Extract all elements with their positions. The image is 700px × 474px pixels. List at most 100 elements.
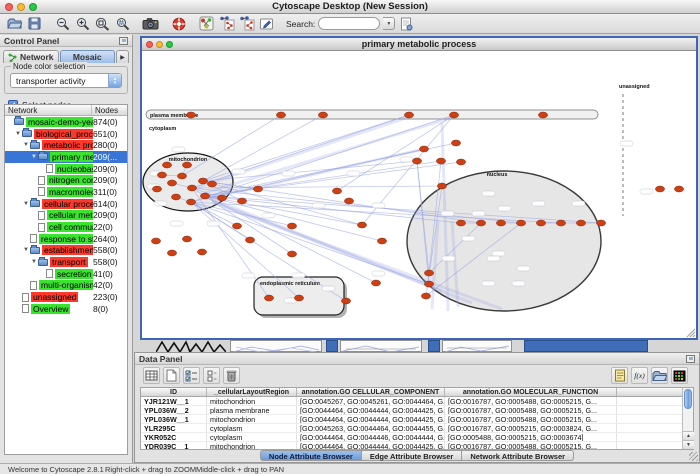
- graph-node[interactable]: [538, 112, 547, 118]
- unselect-attributes-button[interactable]: [203, 367, 220, 384]
- graph-node[interactable]: [287, 223, 296, 229]
- graph-node[interactable]: [151, 238, 160, 244]
- import-attributes-button[interactable]: [651, 367, 668, 384]
- background-window-1[interactable]: [230, 340, 322, 352]
- close-button[interactable]: [5, 3, 13, 11]
- graph-node[interactable]: [152, 186, 161, 192]
- vizmapper-button[interactable]: [198, 15, 215, 32]
- graph-node[interactable]: [436, 158, 445, 164]
- table-row[interactable]: YPL036W__1mitochondrion[GO:0044464, GO:0…: [141, 415, 682, 424]
- graph-node[interactable]: [404, 112, 413, 118]
- network-window-titlebar[interactable]: primary metabolic process: [142, 38, 696, 51]
- tree-expand-icon[interactable]: ▼: [22, 142, 30, 148]
- search-config-button[interactable]: [398, 15, 415, 32]
- table-row[interactable]: YKR052Ccytoplasm[GO:0044464, GO:0044446,…: [141, 433, 682, 442]
- graph-node[interactable]: [207, 181, 216, 187]
- tree-row[interactable]: unassigned223(0): [5, 291, 127, 303]
- graph-node[interactable]: [412, 158, 421, 164]
- zoom-out-button[interactable]: [54, 15, 71, 32]
- graph-node[interactable]: [476, 220, 485, 226]
- annotation-button[interactable]: [258, 15, 275, 32]
- graph-node[interactable]: [232, 223, 241, 229]
- tree-col-nodes[interactable]: Nodes: [92, 105, 127, 115]
- new-attribute-button[interactable]: [163, 367, 180, 384]
- graph-node[interactable]: [162, 162, 171, 168]
- graph-node[interactable]: [294, 295, 303, 301]
- attribute-grid[interactable]: ID_cellularLayoutRegionannotation.GO CEL…: [141, 388, 682, 449]
- layout-network-a-button[interactable]: [218, 15, 235, 32]
- graph-node[interactable]: [536, 220, 545, 226]
- background-window-2[interactable]: [340, 340, 422, 352]
- network-canvas[interactable]: plasma membrane cytoplasm mitochondrion …: [142, 51, 696, 338]
- background-window-3-titlebar[interactable]: [428, 340, 440, 352]
- zoom-fit-button[interactable]: [94, 15, 111, 32]
- tree-col-network[interactable]: Network: [5, 105, 92, 115]
- tree-expand-icon[interactable]: ▼: [14, 131, 22, 137]
- graph-node[interactable]: [187, 185, 196, 191]
- graph-node[interactable]: [157, 172, 166, 178]
- background-window-2-titlebar[interactable]: [326, 340, 338, 352]
- column-header[interactable]: annotation.GO MOLECULAR_FUNCTION: [445, 388, 617, 396]
- tree-row[interactable]: cellular metabo209(0): [5, 210, 127, 222]
- graph-node[interactable]: [200, 193, 209, 199]
- graph-node[interactable]: [674, 186, 683, 192]
- background-window-4-titlebar[interactable]: [524, 340, 648, 352]
- graph-node[interactable]: [456, 159, 465, 165]
- tab-node-attribute-browser[interactable]: Node Attribute Browser: [260, 450, 362, 461]
- heatmap-button[interactable]: [671, 367, 688, 384]
- column-header[interactable]: ID: [141, 388, 207, 396]
- tree-row[interactable]: ▼transport558(0): [5, 256, 127, 268]
- zoom-window-button[interactable]: [29, 3, 37, 11]
- graph-node[interactable]: [424, 270, 433, 276]
- inner-zoom-button[interactable]: [166, 41, 173, 48]
- tree-row[interactable]: ▼establishment of lo558(0): [5, 245, 127, 257]
- attribute-select-button[interactable]: [143, 367, 160, 384]
- graph-node[interactable]: [186, 199, 195, 205]
- layout-network-b-button[interactable]: [238, 15, 255, 32]
- table-row[interactable]: YLR295Ccytoplasm[GO:0045263, GO:0044464,…: [141, 424, 682, 433]
- column-header[interactable]: annotation.GO CELLULAR_COMPONENT: [297, 388, 445, 396]
- tab-scroll-right-button[interactable]: ▶: [116, 50, 129, 63]
- select-attributes-button[interactable]: [183, 367, 200, 384]
- tree-row[interactable]: ▼cellular process614(0): [5, 198, 127, 210]
- graph-node[interactable]: [217, 195, 226, 201]
- tree-row[interactable]: ▼primary metabo209(...: [5, 151, 127, 163]
- graph-node[interactable]: [424, 281, 433, 287]
- graph-node[interactable]: [197, 249, 206, 255]
- tree-row[interactable]: ▼biological_process651(0): [5, 128, 127, 140]
- tab-network-attribute-browser[interactable]: Network Attribute Browser: [462, 450, 574, 461]
- delete-attribute-button[interactable]: [223, 367, 240, 384]
- graph-node[interactable]: [198, 178, 207, 184]
- help-button[interactable]: [170, 15, 187, 32]
- background-window-3[interactable]: [442, 340, 512, 352]
- graph-node[interactable]: [253, 186, 262, 192]
- graph-node[interactable]: [182, 236, 191, 242]
- graph-node[interactable]: [655, 186, 664, 192]
- graph-node[interactable]: [287, 251, 296, 257]
- graph-node[interactable]: [371, 280, 380, 286]
- scroll-down-button[interactable]: ▼: [683, 440, 694, 449]
- tree-expand-icon[interactable]: ▼: [30, 259, 38, 265]
- search-input[interactable]: [318, 17, 380, 30]
- inner-minimize-button[interactable]: [156, 41, 163, 48]
- tree-row[interactable]: nucleobase-209(0): [5, 163, 127, 175]
- table-scrollbar[interactable]: ▲ ▼: [682, 388, 693, 449]
- scrollbar-thumb[interactable]: [684, 389, 692, 409]
- graph-node[interactable]: [341, 298, 350, 304]
- graph-node[interactable]: [167, 180, 176, 186]
- minimize-button[interactable]: [17, 3, 25, 11]
- graph-node[interactable]: [596, 220, 605, 226]
- graph-node[interactable]: [167, 250, 176, 256]
- snapshot-button[interactable]: [142, 15, 159, 32]
- tree-expand-icon[interactable]: ▼: [22, 247, 30, 253]
- open-session-button[interactable]: [6, 15, 23, 32]
- graph-node[interactable]: [496, 220, 505, 226]
- canvas-resize-grip[interactable]: [687, 329, 695, 337]
- zoom-in-button[interactable]: [74, 15, 91, 32]
- tree-expand-icon[interactable]: ▼: [30, 154, 38, 160]
- tree-row[interactable]: multi-organism pro42(0): [5, 280, 127, 292]
- graph-node[interactable]: [171, 194, 180, 200]
- graph-node[interactable]: [357, 222, 366, 228]
- graph-node[interactable]: [177, 173, 186, 179]
- graph-node[interactable]: [419, 146, 428, 152]
